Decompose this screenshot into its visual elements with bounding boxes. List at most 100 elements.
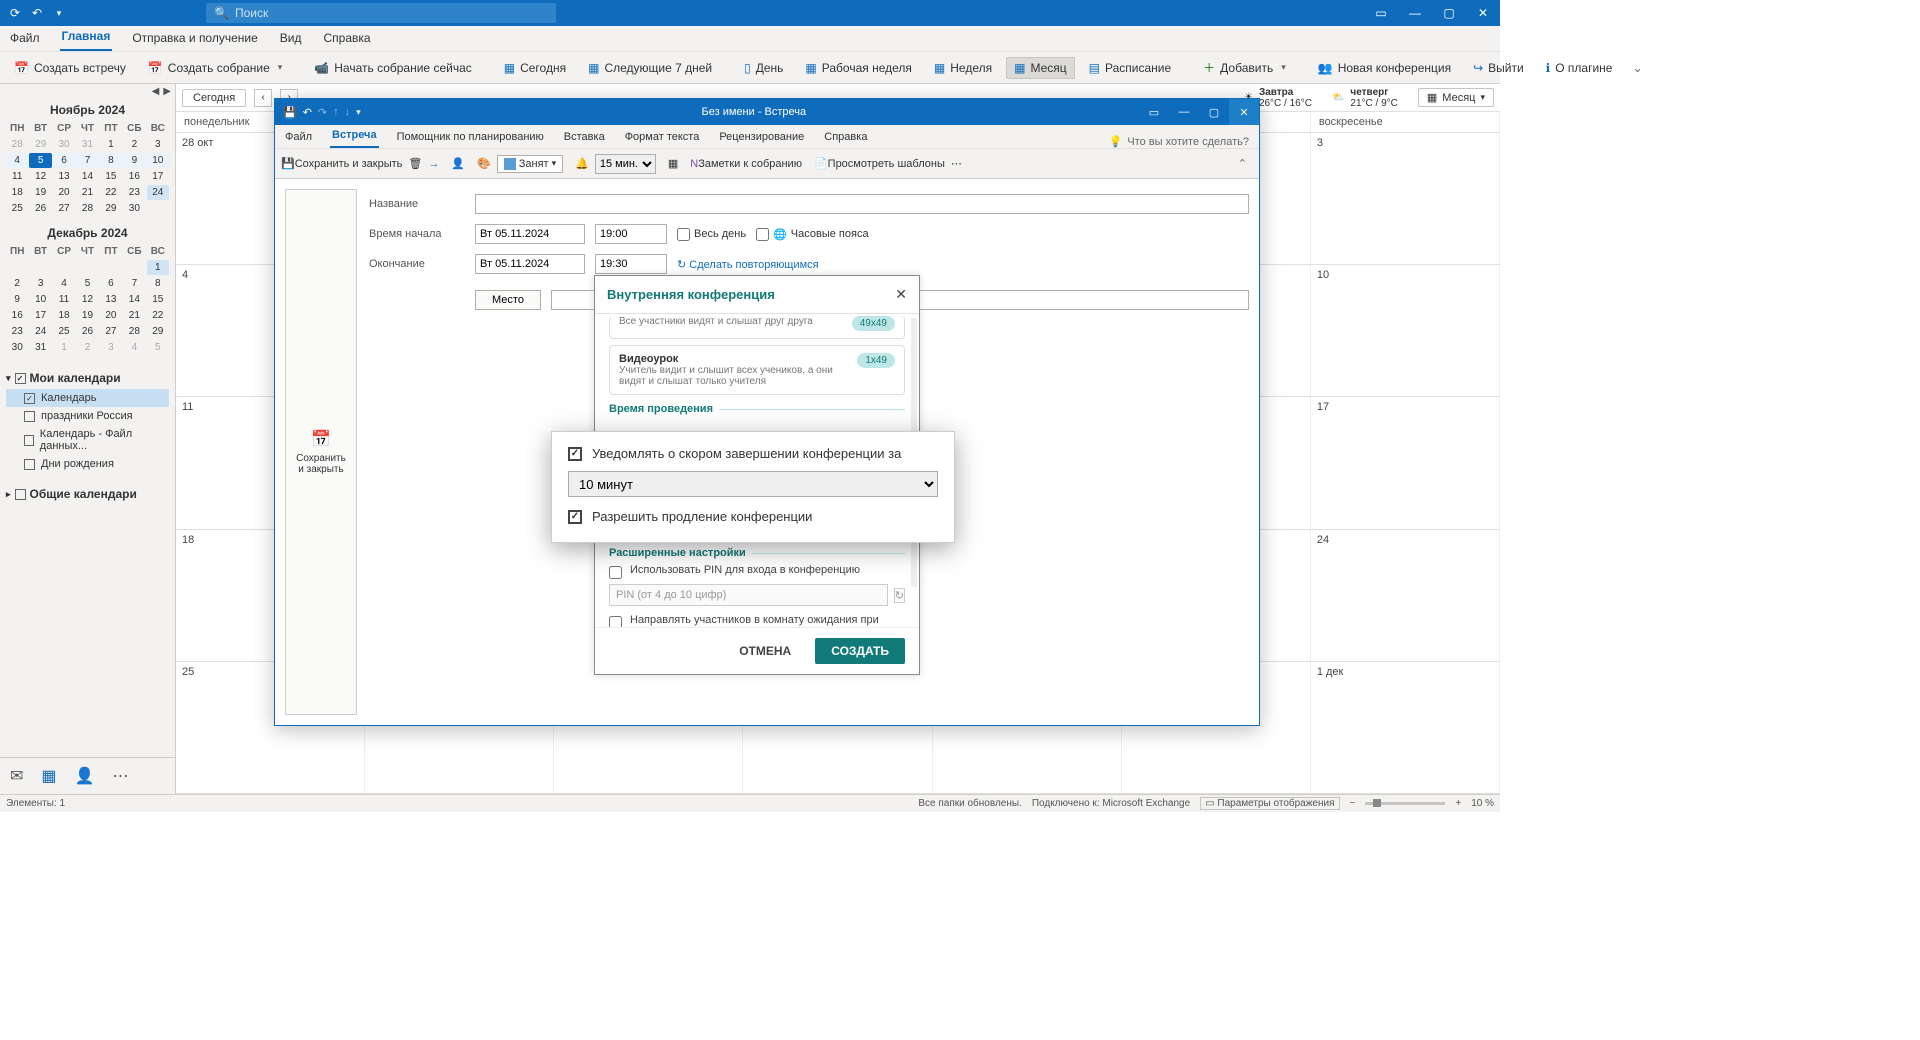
zoom-in-button[interactable]: +: [1455, 798, 1461, 809]
minical-day[interactable]: 18: [6, 185, 28, 200]
minical-day[interactable]: 29: [147, 324, 169, 339]
tab-home[interactable]: Главная: [60, 25, 113, 51]
minical-prev-icon[interactable]: ◀: [152, 86, 160, 97]
mw-close-button[interactable]: ✕: [1229, 99, 1259, 125]
notify-time-select[interactable]: 10 минут: [568, 471, 938, 497]
tab-file[interactable]: Файл: [8, 27, 42, 51]
minical-day[interactable]: 5: [76, 276, 98, 291]
mw-tab-file[interactable]: Файл: [283, 128, 314, 148]
minical-day[interactable]: 30: [6, 340, 28, 355]
shared-calendars-checkbox[interactable]: [15, 489, 26, 500]
calendar-item-datafile[interactable]: Календарь - Файл данных...: [6, 425, 169, 455]
mw-undo-icon[interactable]: ↶: [303, 106, 312, 119]
calendar-cell[interactable]: 3: [1311, 133, 1500, 264]
people-nav-icon[interactable]: 👤: [75, 766, 95, 786]
minical-day[interactable]: 23: [6, 324, 28, 339]
mw-up-icon[interactable]: ↑: [333, 106, 339, 118]
sync-icon[interactable]: ⟳: [8, 6, 22, 20]
minical-day[interactable]: [100, 260, 122, 275]
view-week-button[interactable]: ▦Неделя: [926, 57, 1000, 79]
end-date-input[interactable]: [475, 254, 585, 274]
view-schedule-button[interactable]: ▤Расписание: [1081, 57, 1180, 79]
about-plugin-button[interactable]: ℹО плагине: [1538, 57, 1621, 79]
minical-day[interactable]: 15: [100, 169, 122, 184]
mw-tab-insert[interactable]: Вставка: [562, 128, 607, 148]
minical-day[interactable]: 5: [147, 340, 169, 355]
undo-icon[interactable]: ↶: [30, 6, 44, 20]
minimize-button[interactable]: —: [1398, 0, 1432, 26]
mw-down-icon[interactable]: ↓: [345, 106, 351, 118]
minical-day[interactable]: [6, 260, 28, 275]
mw-notes-button[interactable]: NЗаметки к собранию: [690, 158, 802, 170]
minical-day[interactable]: [53, 260, 75, 275]
conf-type-card-2[interactable]: ВидеоурокУчитель видит и слышит всех уче…: [609, 345, 905, 395]
minical-day[interactable]: 13: [53, 169, 75, 184]
zoom-out-button[interactable]: −: [1350, 798, 1356, 809]
pin-input[interactable]: PIN (от 4 до 10 цифр): [609, 584, 888, 606]
minical-day[interactable]: 4: [123, 340, 145, 355]
mw-tab-format[interactable]: Формат текста: [623, 128, 702, 148]
minical-day[interactable]: 14: [76, 169, 98, 184]
create-meeting-button[interactable]: 📅Создать встречу: [6, 57, 134, 79]
mw-save-icon[interactable]: 💾: [283, 106, 297, 119]
minical-day[interactable]: 16: [123, 169, 145, 184]
more-nav-icon[interactable]: ⋯: [112, 766, 128, 786]
mw-reminder-select[interactable]: 15 мин.: [595, 154, 656, 174]
minical-day[interactable]: 6: [100, 276, 122, 291]
minical-day[interactable]: 5: [29, 153, 51, 168]
logout-button[interactable]: ↪Выйти: [1465, 57, 1532, 79]
calendar-item-holidays[interactable]: праздники Россия: [6, 407, 169, 425]
mw-maximize-button[interactable]: ▢: [1199, 99, 1229, 125]
mw-tab-review[interactable]: Рецензирование: [717, 128, 806, 148]
minical-day[interactable]: 11: [53, 292, 75, 307]
minical-day[interactable]: 9: [6, 292, 28, 307]
minical-day[interactable]: 21: [76, 185, 98, 200]
mw-tab-meeting[interactable]: Встреча: [330, 126, 379, 148]
minical-day[interactable]: 1: [147, 260, 169, 275]
end-time-input[interactable]: [595, 254, 667, 274]
mw-categorize-button[interactable]: ▦: [668, 157, 678, 170]
minical-day[interactable]: 13: [100, 292, 122, 307]
minical-day[interactable]: 28: [6, 137, 28, 152]
minical-day[interactable]: 24: [147, 185, 169, 200]
start-date-input[interactable]: [475, 224, 585, 244]
zoom-slider[interactable]: [1365, 802, 1445, 805]
view-selector[interactable]: ▦Месяц▾: [1418, 88, 1494, 107]
minical-day[interactable]: 1: [100, 137, 122, 152]
minical-day[interactable]: 10: [29, 292, 51, 307]
minical-day[interactable]: [76, 260, 98, 275]
mw-ribbon-mode-icon[interactable]: ▭: [1139, 99, 1169, 125]
create-assembly-button[interactable]: 📅Создать собрание: [140, 57, 290, 79]
minical-day[interactable]: [123, 260, 145, 275]
minical-day[interactable]: 27: [53, 201, 75, 216]
minical-day[interactable]: 2: [123, 137, 145, 152]
minical-day[interactable]: 15: [147, 292, 169, 307]
mw-forward-button[interactable]: →: [428, 158, 439, 170]
mw-delete-button[interactable]: 🗑: [408, 157, 422, 170]
minical-day[interactable]: 3: [147, 137, 169, 152]
mw-tab-scheduling[interactable]: Помощник по планированию: [395, 128, 546, 148]
shared-calendars-group[interactable]: ▸Общие календари: [6, 483, 169, 505]
allow-extend-checkbox[interactable]: [568, 510, 582, 524]
minical-day[interactable]: 2: [76, 340, 98, 355]
minical-day[interactable]: 23: [123, 185, 145, 200]
ribbon-mode-icon[interactable]: ▭: [1364, 0, 1398, 26]
mw-tab-help[interactable]: Справка: [822, 128, 869, 148]
display-params-button[interactable]: ▭ Параметры отображения: [1200, 797, 1339, 810]
search-box[interactable]: 🔍 Поиск: [206, 3, 556, 23]
collapse-ribbon-icon[interactable]: ⌄: [1626, 61, 1648, 75]
qat-more-icon[interactable]: ▾: [52, 6, 66, 20]
conf-type-card-1[interactable]: Все участники видят и слышат друг друга …: [609, 316, 905, 339]
minical-day[interactable]: 22: [147, 308, 169, 323]
mail-nav-icon[interactable]: ✉: [10, 766, 23, 786]
notify-checkbox[interactable]: [568, 447, 582, 461]
minical-day[interactable]: 26: [29, 201, 51, 216]
mw-showas-button[interactable]: 🎨: [477, 157, 491, 170]
mw-more-button[interactable]: ⋯: [951, 157, 962, 170]
start-time-input[interactable]: [595, 224, 667, 244]
minical-day[interactable]: 20: [53, 185, 75, 200]
minical-day[interactable]: 21: [123, 308, 145, 323]
mw-busy-selector[interactable]: Занят▾: [497, 155, 563, 173]
minical-day[interactable]: 7: [76, 153, 98, 168]
start-assembly-now-button[interactable]: 📹Начать собрание сейчас: [306, 57, 479, 79]
